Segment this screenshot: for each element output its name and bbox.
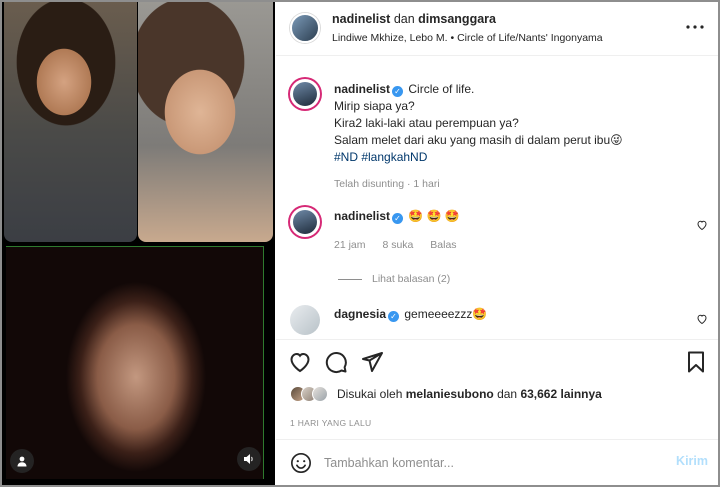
comment-row: dagnesia ✓ gemeeeezzz🤩 <box>334 307 487 322</box>
likes-count[interactable]: 63,662 lainnya <box>520 387 601 401</box>
caption-avatar[interactable] <box>290 79 320 109</box>
comment-input[interactable] <box>324 452 654 474</box>
liker-avatar <box>312 386 328 402</box>
more-horizontal-icon[interactable] <box>686 16 704 34</box>
header-connector: dan <box>393 12 415 26</box>
verified-badge-icon: ✓ <box>392 86 404 97</box>
comment-avatar[interactable] <box>290 305 320 335</box>
speaker-icon[interactable] <box>237 447 261 471</box>
comment-username[interactable]: dagnesia <box>334 307 386 321</box>
reply-button[interactable]: Balas <box>430 239 456 251</box>
post-time-ago[interactable]: 1 HARI YANG LALU <box>290 418 372 428</box>
comment-bubble-icon[interactable] <box>324 350 348 374</box>
heart-icon[interactable] <box>288 350 312 374</box>
caption-line: Mirip siapa ya? <box>334 99 415 113</box>
header-avatar[interactable] <box>290 13 320 43</box>
post-sidebar: nadinelist dan dimsanggara Lindiwe Mkhiz… <box>276 2 718 485</box>
view-replies-label: Lihat balasan (2) <box>372 273 451 285</box>
comment-likes[interactable]: 8 suka <box>382 239 413 251</box>
post-media[interactable] <box>2 2 275 485</box>
caption-edited: Telah disunting · 1 hari <box>334 178 440 190</box>
caption-username[interactable]: nadinelist <box>334 82 390 96</box>
header-user2[interactable]: dimsanggara <box>418 12 496 26</box>
comment-avatar[interactable] <box>290 207 320 237</box>
share-paper-plane-icon[interactable] <box>360 350 384 374</box>
view-replies-button[interactable]: Lihat balasan (2) <box>338 273 450 285</box>
caption-line: Circle of life. <box>408 82 475 96</box>
user-tag-icon[interactable] <box>10 449 34 473</box>
likes-user[interactable]: melaniesubono <box>406 387 494 401</box>
comment-text: gemeeeezzz🤩 <box>404 307 488 321</box>
comment-meta: 21 jam 8 suka Balas <box>334 239 471 251</box>
verified-badge-icon: ✓ <box>388 311 400 322</box>
heart-icon[interactable] <box>696 219 708 231</box>
likes-text: Disukai oleh melaniesubono dan 63,662 la… <box>337 387 602 401</box>
caption-line: Kira2 laki-laki atau perempuan ya? <box>334 116 519 130</box>
audio-attribution[interactable]: Lindiwe Mkhize, Lebo M. • Circle of Life… <box>332 32 603 44</box>
likes-prefix: Disukai oleh <box>337 387 403 401</box>
caption-hashtags[interactable]: #ND #langkahND <box>334 149 704 166</box>
likes-connector: dan <box>497 387 518 401</box>
post-header: nadinelist dan dimsanggara Lindiwe Mkhiz… <box>276 2 718 56</box>
add-comment-bar: Kirim <box>276 439 718 485</box>
photo-woman <box>138 2 273 242</box>
comment-username[interactable]: nadinelist <box>334 209 390 223</box>
bookmark-icon[interactable] <box>684 350 708 374</box>
caption: nadinelist ✓ Circle of life. Mirip siapa … <box>334 81 704 193</box>
photo-man <box>4 2 137 242</box>
header-user1[interactable]: nadinelist <box>332 12 390 26</box>
comment-text: 🤩 🤩 🤩 <box>408 209 460 223</box>
post-comment-button[interactable]: Kirim <box>676 454 708 468</box>
post-actions: Disukai oleh melaniesubono dan 63,662 la… <box>276 339 718 439</box>
caption-line: Salam melet dari aku yang masih di dalam… <box>334 133 623 147</box>
ultrasound-image <box>6 246 264 479</box>
replies-dash <box>338 278 362 280</box>
comments-section: nadinelist ✓ Circle of life. Mirip siapa … <box>276 57 718 338</box>
header-usernames: nadinelist dan dimsanggara <box>332 12 496 26</box>
likes-summary: Disukai oleh melaniesubono dan 63,662 la… <box>290 386 602 402</box>
verified-badge-icon: ✓ <box>392 213 404 224</box>
heart-icon[interactable] <box>696 313 708 325</box>
emoji-icon[interactable] <box>290 452 312 474</box>
comment-time: 21 jam <box>334 239 366 251</box>
comment-row: nadinelist ✓ 🤩 🤩 🤩 <box>334 209 460 224</box>
